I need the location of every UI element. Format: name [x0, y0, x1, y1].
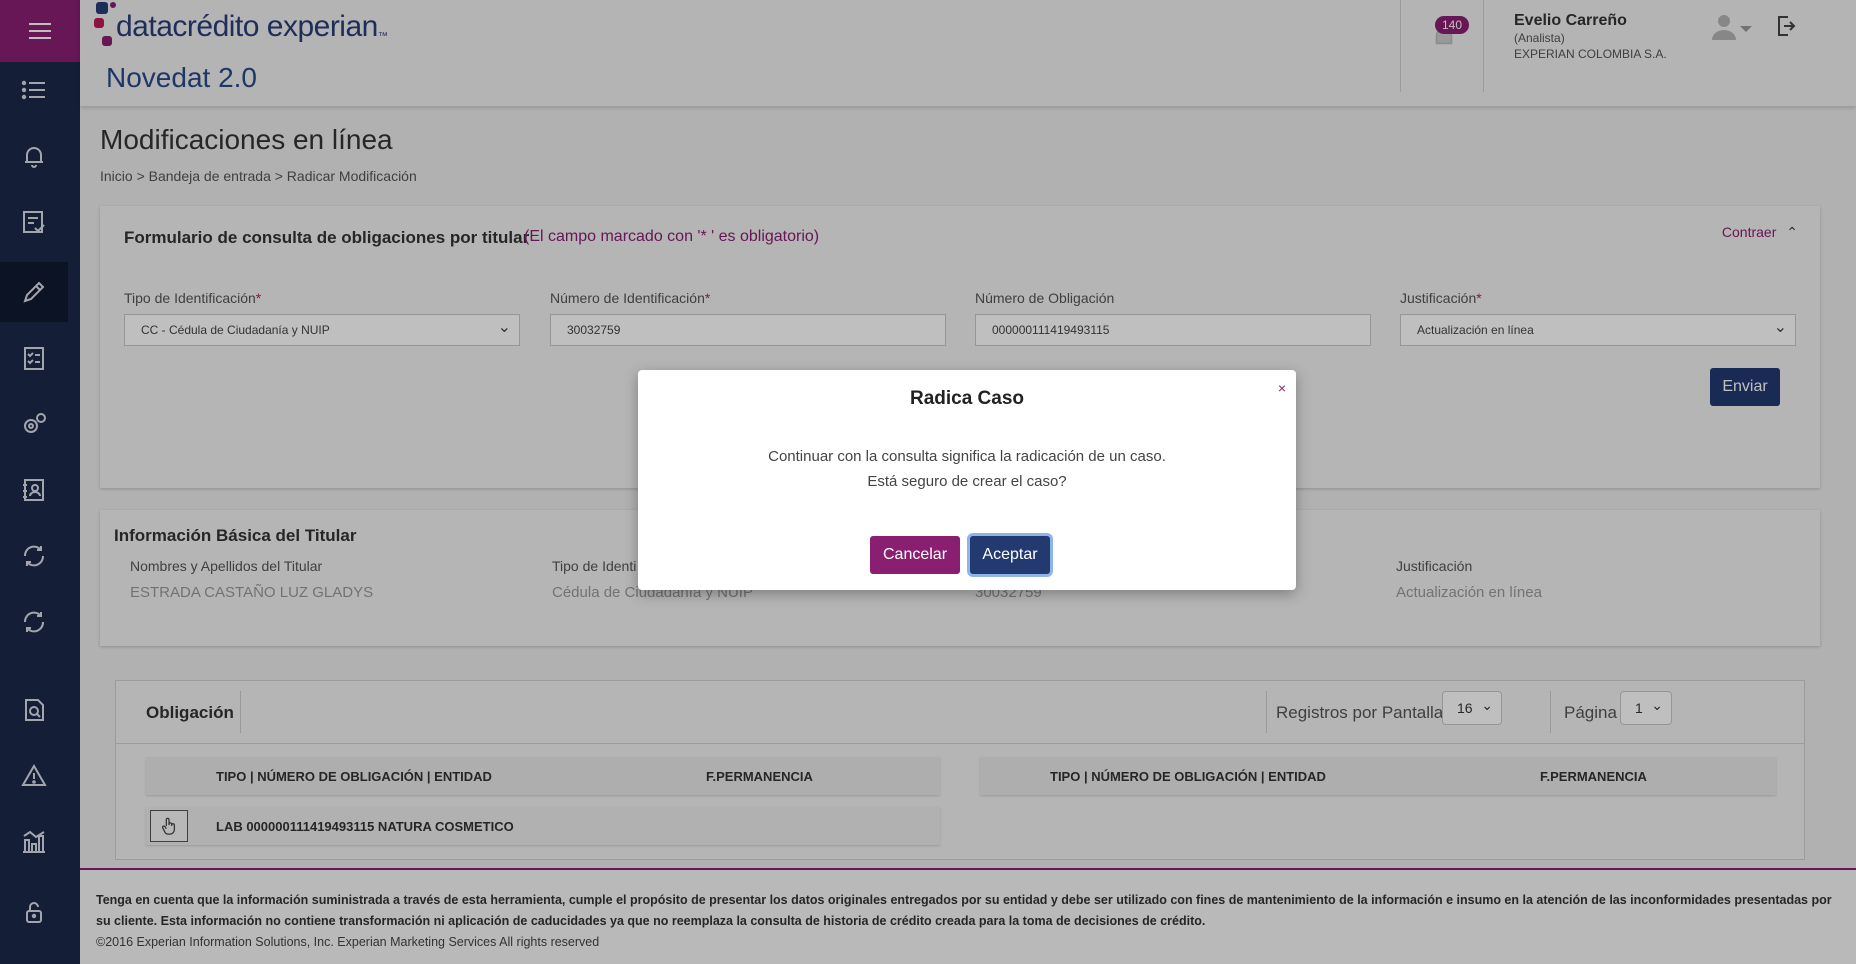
modal-message-line-2: Está seguro de crear el caso? [867, 473, 1067, 490]
modal-body: Continuar con la consulta significa la r… [638, 444, 1296, 494]
close-icon[interactable]: × [1278, 380, 1286, 396]
modal-message-line-1: Continuar con la consulta significa la r… [768, 448, 1166, 465]
accept-button[interactable]: Aceptar [970, 536, 1050, 574]
radica-caso-modal: Radica Caso × Continuar con la consulta … [638, 370, 1296, 590]
cancel-button[interactable]: Cancelar [870, 536, 960, 574]
modal-title: Radica Caso [909, 388, 1025, 409]
